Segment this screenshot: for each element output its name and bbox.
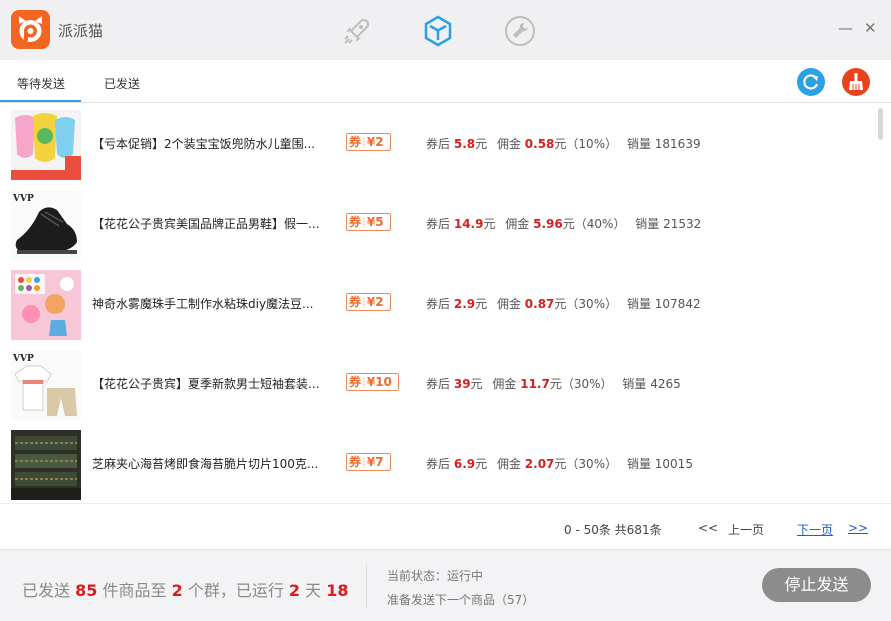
- product-meta: 券后 14.9元 佣金 5.96元（40%） 销量 21532: [426, 217, 702, 231]
- coupon-prefix: 券: [349, 135, 362, 149]
- price: 2.9: [453, 297, 476, 311]
- product-thumbnail: VVP: [11, 350, 81, 420]
- title-bar: 派派猫 — ✕: [0, 0, 891, 60]
- scrollbar[interactable]: [876, 103, 888, 503]
- product-title[interactable]: 【花花公子贵宾】夏季新款男士短袖套装...: [92, 375, 332, 392]
- coupon-currency: ¥: [366, 295, 376, 309]
- status-footer: 已发送 85 件商品至 2 个群，已运行 2 天 18 当前状态：运行中 准备发…: [0, 549, 891, 621]
- tab-pending[interactable]: 等待发送: [17, 75, 65, 92]
- close-button[interactable]: ✕: [864, 20, 877, 36]
- stop-sending-button[interactable]: 停止发送: [762, 568, 871, 602]
- run-hours: 18: [326, 581, 349, 600]
- wrench-icon[interactable]: [503, 14, 537, 48]
- coupon-amount: 10: [375, 375, 392, 389]
- coupon-amount: 7: [375, 455, 384, 469]
- cube-icon[interactable]: [421, 14, 455, 48]
- send-summary: 已发送 85 件商品至 2 个群，已运行 2 天 18: [22, 581, 349, 600]
- clean-button[interactable]: [842, 68, 870, 96]
- commission: 0.87: [524, 297, 555, 311]
- commission: 0.58: [524, 137, 555, 151]
- commission-rate: （30%）: [566, 297, 618, 311]
- coupon-amount: 2: [375, 135, 384, 149]
- coupon-prefix: 券: [349, 215, 362, 229]
- commission: 2.07: [524, 457, 555, 471]
- product-meta: 券后 39元 佣金 11.7元（30%） 销量 4265: [426, 377, 681, 391]
- commission: 11.7: [520, 377, 550, 391]
- product-row[interactable]: 神奇水雾魔珠手工制作水粘珠diy魔法豆... 券⁝¥2 券后 2.9元 佣金 0…: [0, 263, 873, 343]
- prev-page-link[interactable]: 上一页: [728, 521, 764, 538]
- run-days: 2: [288, 581, 301, 600]
- commission-rate: （30%）: [561, 377, 613, 391]
- coupon-badge: 券⁝¥2: [346, 133, 391, 151]
- coupon-prefix: 券: [349, 295, 362, 309]
- first-page-link[interactable]: <<: [698, 521, 718, 535]
- product-meta: 券后 2.9元 佣金 0.87元（30%） 销量 107842: [426, 297, 701, 311]
- refresh-button[interactable]: [797, 68, 825, 96]
- coupon-currency: ¥: [366, 215, 376, 229]
- commission-rate: （10%）: [566, 137, 618, 151]
- last-page-link[interactable]: >>: [848, 521, 868, 535]
- next-item-status: 准备发送下一个商品（57）: [387, 593, 535, 607]
- sales-count: 181639: [654, 137, 701, 151]
- price: 39: [453, 377, 471, 391]
- price: 5.8: [453, 137, 476, 151]
- tab-sent[interactable]: 已发送: [104, 75, 140, 92]
- refresh-icon: [803, 74, 819, 90]
- footer-divider: [366, 564, 367, 608]
- coupon-badge: 券⁝¥2: [346, 293, 391, 311]
- commission: 5.96: [533, 217, 563, 231]
- minimize-button[interactable]: —: [838, 20, 853, 36]
- product-row[interactable]: VVP 【花花公子贵宾美国品牌正品男鞋】假一... 券⁝¥5 券后 14.9元 …: [0, 183, 873, 263]
- tab-bar: 等待发送 已发送: [0, 60, 891, 103]
- product-title[interactable]: 【亏本促销】2个装宝宝饭兜防水儿童围...: [92, 135, 332, 152]
- product-list[interactable]: 【亏本促销】2个装宝宝饭兜防水儿童围... 券⁝¥2 券后 5.8元 佣金 0.…: [0, 103, 873, 503]
- product-row[interactable]: 【亏本促销】2个装宝宝饭兜防水儿童围... 券⁝¥2 券后 5.8元 佣金 0.…: [0, 103, 873, 183]
- pagination: 0 - 50条 共681条 << 上一页 下一页 >>: [0, 503, 891, 549]
- price: 6.9: [453, 457, 476, 471]
- price: 14.9: [453, 217, 484, 231]
- product-thumbnail: VVP: [11, 190, 81, 260]
- scrollbar-thumb[interactable]: [878, 108, 883, 140]
- page-range: 0 - 50条 共681条: [564, 523, 662, 537]
- coupon-currency: ¥: [366, 135, 376, 149]
- next-page-link[interactable]: 下一页: [797, 521, 833, 538]
- coupon-prefix: 券: [349, 455, 362, 469]
- sent-count: 85: [75, 581, 98, 600]
- sales-count: 107842: [654, 297, 701, 311]
- broom-icon: [849, 73, 863, 90]
- coupon-currency: ¥: [366, 375, 376, 389]
- product-thumbnail: [11, 270, 81, 340]
- product-title[interactable]: 神奇水雾魔珠手工制作水粘珠diy魔法豆...: [92, 295, 332, 312]
- product-title[interactable]: 【花花公子贵宾美国品牌正品男鞋】假一...: [92, 215, 332, 232]
- current-status: 当前状态：运行中: [387, 569, 484, 583]
- product-thumbnail: [11, 430, 81, 500]
- commission-rate: （40%）: [574, 217, 626, 231]
- app-name: 派派猫: [58, 22, 104, 40]
- coupon-badge: 券⁝¥7: [346, 453, 391, 471]
- product-thumbnail: [11, 110, 81, 180]
- coupon-currency: ¥: [366, 455, 376, 469]
- commission-rate: （30%）: [566, 457, 618, 471]
- product-meta: 券后 6.9元 佣金 2.07元（30%） 销量 10015: [426, 457, 693, 471]
- sales-count: 21532: [663, 217, 702, 231]
- sales-count: 4265: [650, 377, 681, 391]
- product-row[interactable]: VVP 【花花公子贵宾】夏季新款男士短袖套装... 券⁝¥10 券后 39元 佣…: [0, 343, 873, 423]
- coupon-amount: 5: [375, 215, 384, 229]
- svg-text:VVP: VVP: [12, 194, 34, 204]
- coupon-badge: 券⁝¥5: [346, 213, 391, 231]
- product-meta: 券后 5.8元 佣金 0.58元（10%） 销量 181639: [426, 137, 701, 151]
- cat-logo-icon: [19, 16, 42, 42]
- product-row[interactable]: 芝麻夹心海苔烤即食海苔脆片切片100克... 券⁝¥7 券后 6.9元 佣金 2…: [0, 423, 873, 503]
- app-logo: [11, 10, 50, 49]
- active-tab-indicator: [0, 100, 81, 102]
- svg-text:VVP: VVP: [12, 354, 34, 364]
- sales-count: 10015: [654, 457, 693, 471]
- group-count: 2: [171, 581, 183, 600]
- coupon-badge: 券⁝¥10: [346, 373, 399, 391]
- product-title[interactable]: 芝麻夹心海苔烤即食海苔脆片切片100克...: [92, 455, 332, 472]
- coupon-prefix: 券: [349, 375, 362, 389]
- rocket-icon[interactable]: [340, 14, 374, 48]
- coupon-amount: 2: [375, 295, 384, 309]
